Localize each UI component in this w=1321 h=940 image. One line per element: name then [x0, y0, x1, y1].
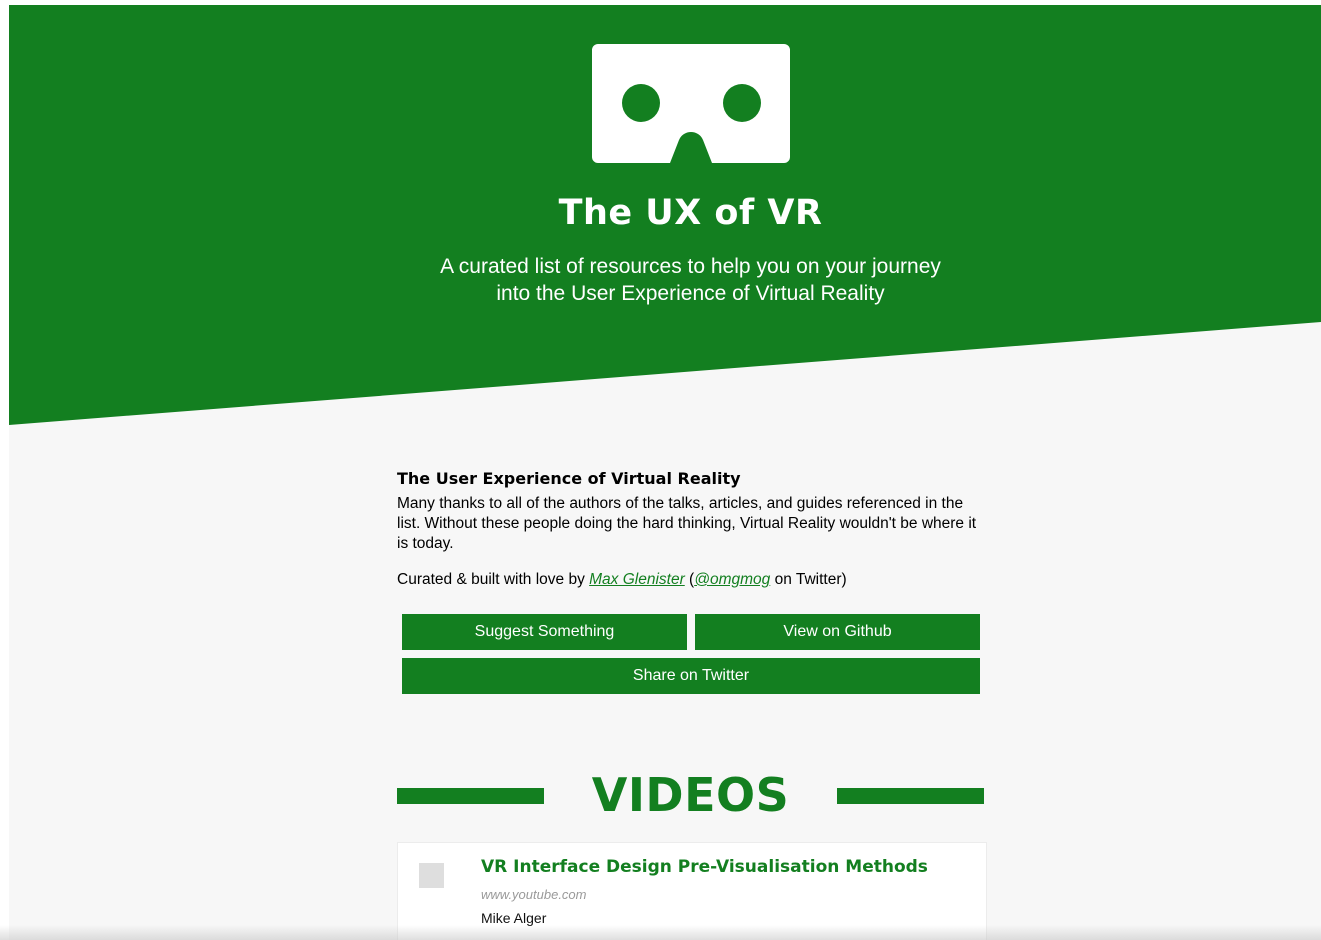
video-author: Mike Alger: [481, 910, 547, 926]
twitter-handle-link[interactable]: @omgmog: [694, 571, 770, 588]
subtitle-line-1: A curated list of resources to help you …: [440, 255, 941, 278]
suggest-something-button[interactable]: Suggest Something: [402, 614, 687, 650]
view-on-github-button[interactable]: View on Github: [695, 614, 980, 650]
author-link[interactable]: Max Glenister: [589, 571, 685, 588]
subtitle-line-2: into the User Experience of Virtual Real…: [496, 282, 885, 305]
intro-heading: The User Experience of Virtual Reality: [397, 469, 741, 488]
intro-credit: Curated & built with love by Max Glenist…: [397, 570, 987, 590]
video-source: www.youtube.com: [481, 887, 587, 902]
credit-paren: (: [684, 571, 695, 588]
intro-thanks: Many thanks to all of the authors of the…: [397, 495, 977, 552]
video-title[interactable]: VR Interface Design Pre-Visualisation Me…: [481, 857, 928, 877]
intro-section: The User Experience of Virtual Reality M…: [397, 469, 987, 590]
share-on-twitter-button[interactable]: Share on Twitter: [402, 658, 980, 694]
video-thumbnail: [419, 863, 444, 888]
page: The UX of VR A curated list of resources…: [0, 0, 1321, 940]
page-title: The UX of VR: [558, 193, 823, 233]
credit-suffix: on Twitter): [770, 571, 847, 588]
header-bar-right: [837, 788, 984, 804]
credit-prefix: Curated & built with love by: [397, 571, 590, 588]
page-subtitle: A curated list of resources to help you …: [0, 253, 1321, 307]
vr-headset-icon: [592, 44, 790, 163]
videos-section-header: VIDEOS: [397, 765, 984, 825]
bottom-fade: [0, 925, 1321, 940]
